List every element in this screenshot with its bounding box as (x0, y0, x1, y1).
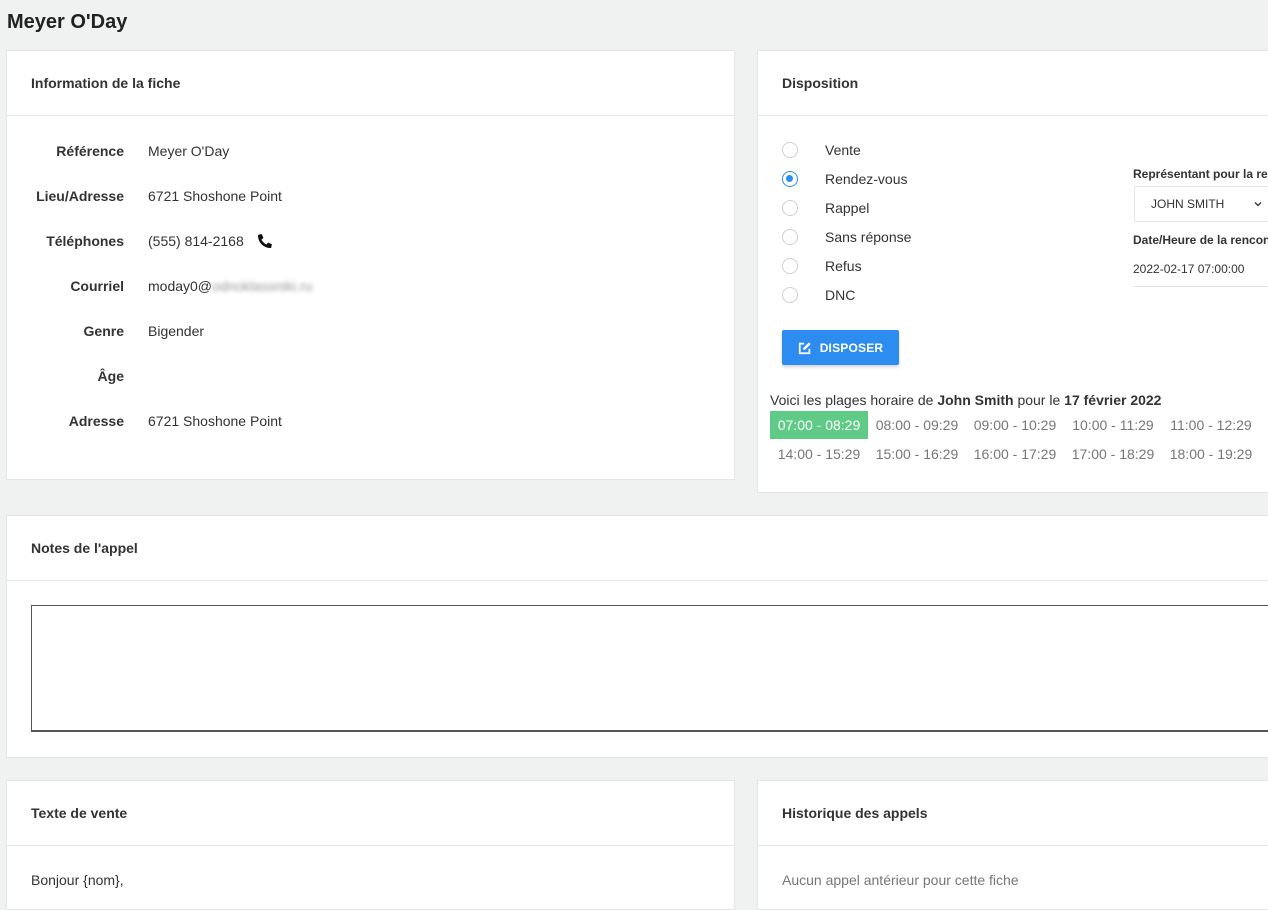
info-row-email: Courriel moday0@odnoklassniki.ru (7, 278, 734, 298)
slots-intro-middle: pour le (1013, 392, 1065, 408)
representative-value: JOHN SMITH (1151, 197, 1225, 211)
time-slot-selected[interactable]: 07:00 - 08:29 (770, 411, 868, 439)
time-slot[interactable]: 18:00 - 19:29 (1162, 440, 1260, 468)
radio-label: DNC (825, 287, 856, 303)
call-history-card-header: Historique des appels (758, 781, 1268, 846)
edit-icon (798, 341, 811, 354)
date-time-label: Date/Heure de la rencontre (1133, 233, 1268, 247)
time-slot[interactable]: 10:00 - 11:29 (1064, 411, 1162, 439)
call-history-empty: Aucun appel antérieur pour cette fiche (782, 872, 1019, 888)
info-value: 6721 Shoshone Point (148, 188, 282, 204)
chevron-down-icon (1254, 202, 1262, 207)
dispose-button-label: DISPOSER (819, 340, 884, 355)
radio-label: Refus (825, 258, 862, 274)
radio-rappel[interactable]: Rappel (782, 198, 869, 218)
radio-label: Rappel (825, 200, 870, 216)
sales-text-card-header: Texte de vente (7, 781, 734, 846)
notes-textarea[interactable] (31, 605, 1268, 732)
time-slot[interactable]: 09:00 - 10:29 (966, 411, 1064, 439)
radio-label: Sans réponse (825, 229, 912, 245)
time-slot[interactable]: 15:00 - 16:29 (868, 440, 966, 468)
info-row-address: Lieu/Adresse 6721 Shoshone Point (7, 188, 734, 208)
info-row-gender: Genre Bigender (7, 323, 734, 343)
radio-button[interactable] (782, 287, 798, 303)
notes-card: Notes de l'appel (6, 515, 1268, 758)
time-slot[interactable]: 11:00 - 12:29 (1162, 411, 1260, 439)
representative-select[interactable]: JOHN SMITH (1134, 186, 1268, 222)
time-slot[interactable]: 08:00 - 09:29 (868, 411, 966, 439)
radio-sans-reponse[interactable]: Sans réponse (782, 227, 911, 247)
info-value: Bigender (148, 323, 205, 339)
radio-rendez-vous[interactable]: Rendez-vous (782, 169, 908, 189)
radio-vente[interactable]: Vente (782, 140, 861, 160)
time-slot[interactable]: 17:00 - 18:29 (1064, 440, 1162, 468)
time-slot[interactable]: 14:00 - 15:29 (770, 440, 868, 468)
info-card: Information de la fiche Référence Meyer … (6, 50, 735, 480)
email-value[interactable]: moday0@odnoklassniki.ru (148, 278, 312, 294)
info-label: Genre (83, 323, 124, 339)
radio-button[interactable] (782, 200, 798, 216)
radio-dnc[interactable]: DNC (782, 285, 855, 305)
info-value: Meyer O'Day (148, 143, 230, 159)
date-time-input[interactable]: 2022-02-17 07:00:00 (1133, 251, 1268, 287)
radio-button[interactable] (782, 142, 798, 158)
disposition-card-header: Disposition (758, 51, 1268, 116)
slots-intro-date: 17 février 2022 (1064, 392, 1162, 408)
email-domain-blurred: odnoklassniki.ru (212, 278, 313, 294)
info-label: Âge (97, 368, 124, 384)
info-label: Courriel (70, 278, 124, 294)
slots-intro: Voici les plages horaire de John Smith p… (770, 392, 1161, 408)
info-card-header: Information de la fiche (7, 51, 734, 116)
page-title: Meyer O'Day (7, 11, 128, 33)
radio-refus[interactable]: Refus (782, 256, 862, 276)
time-slot[interactable]: 16:00 - 17:29 (966, 440, 1064, 468)
phone-icon[interactable] (258, 234, 272, 248)
info-row-age: Âge (7, 368, 734, 388)
info-row-reference: Référence Meyer O'Day (7, 143, 734, 163)
radio-button[interactable] (782, 229, 798, 245)
info-label: Adresse (68, 413, 124, 429)
info-label: Référence (56, 143, 124, 159)
dispose-button[interactable]: DISPOSER (782, 330, 899, 365)
slots-intro-name: John Smith (937, 392, 1014, 408)
info-value: (555) 814-2168 (148, 233, 244, 249)
radio-label: Rendez-vous (825, 171, 908, 187)
representative-label: Représentant pour la rencontre (1133, 167, 1268, 181)
info-label: Lieu/Adresse (36, 188, 124, 204)
notes-card-header: Notes de l'appel (7, 516, 1268, 581)
radio-label: Vente (825, 142, 861, 158)
slots-intro-prefix: Voici les plages horaire de (770, 392, 938, 408)
info-value: 6721 Shoshone Point (148, 413, 282, 429)
info-row-phone: Téléphones (555) 814-2168 (7, 233, 734, 253)
disposition-card: Disposition Vente Rendez-vous Rappel San… (757, 50, 1268, 493)
sales-text-body: Bonjour {nom}, (31, 872, 124, 888)
info-label: Téléphones (46, 233, 124, 249)
radio-button-checked[interactable] (782, 171, 798, 187)
radio-button[interactable] (782, 258, 798, 274)
email-local: moday0@ (148, 278, 213, 294)
info-row-address-2: Adresse 6721 Shoshone Point (7, 413, 734, 433)
